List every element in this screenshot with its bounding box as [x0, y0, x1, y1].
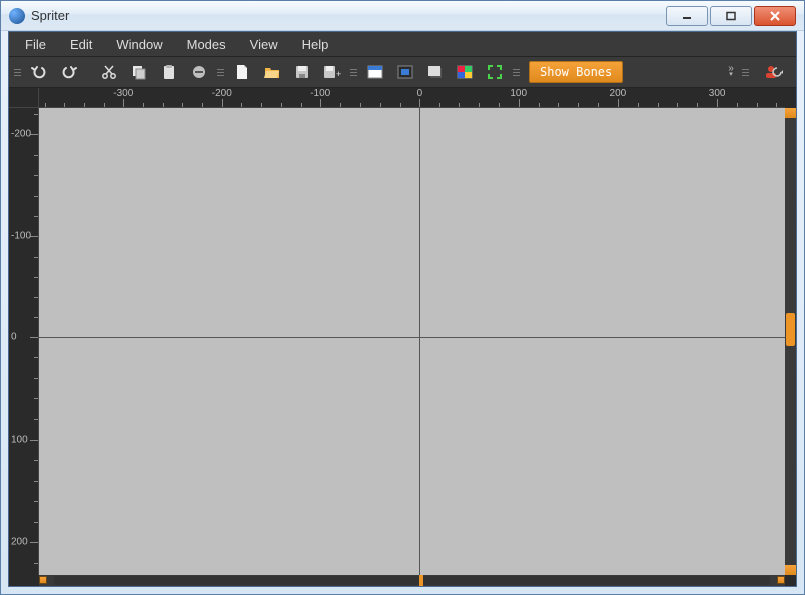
save-button[interactable]	[288, 59, 316, 85]
svg-text:+: +	[336, 69, 341, 79]
display-mode-4-button[interactable]	[451, 59, 479, 85]
window-controls	[664, 6, 796, 26]
paste-button[interactable]	[155, 59, 183, 85]
axis-horizontal	[39, 337, 785, 338]
scrollbar-horizontal[interactable]	[39, 575, 785, 586]
fullscreen-button[interactable]	[481, 59, 509, 85]
ruler-v-label: 0	[11, 331, 17, 342]
window-frame: Spriter File Edit Window Modes View Help	[0, 0, 805, 595]
menu-view[interactable]: View	[238, 34, 290, 55]
titlebar[interactable]: Spriter	[1, 1, 804, 31]
client-area: File Edit Window Modes View Help +	[8, 31, 797, 587]
redo-icon	[60, 64, 78, 80]
menubar: File Edit Window Modes View Help	[9, 32, 796, 56]
character-map-icon	[765, 64, 783, 80]
ruler-horizontal[interactable]: -300 -200 -100 0 100 200 300	[39, 88, 785, 108]
cut-icon	[101, 64, 117, 80]
open-folder-icon	[264, 64, 280, 80]
axis-vertical	[419, 108, 420, 575]
save-as-icon: +	[323, 64, 341, 80]
new-file-icon	[234, 64, 250, 80]
scroll-h-origin-marker	[419, 575, 423, 586]
display-mode-2-button[interactable]	[391, 59, 419, 85]
canvas[interactable]	[39, 108, 785, 575]
delete-icon	[191, 64, 207, 80]
scrollbar-vertical[interactable]	[785, 108, 796, 575]
toolbar-grip[interactable]	[742, 60, 749, 84]
ruler-h-label: 0	[417, 88, 423, 99]
open-button[interactable]	[258, 59, 286, 85]
menu-file[interactable]: File	[13, 34, 58, 55]
display-mode-1-button[interactable]	[361, 59, 389, 85]
character-map-button[interactable]	[760, 59, 788, 85]
ruler-v-label: 100	[11, 434, 28, 445]
cut-button[interactable]	[95, 59, 123, 85]
menu-help[interactable]: Help	[290, 34, 341, 55]
menu-edit[interactable]: Edit	[58, 34, 104, 55]
scroll-v-thumb[interactable]	[786, 313, 795, 346]
display-top-icon	[367, 64, 383, 80]
ruler-h-label: -100	[310, 88, 330, 99]
display-mode-3-button[interactable]	[421, 59, 449, 85]
copy-icon	[131, 64, 147, 80]
toolbar-overflow[interactable]: »▾	[725, 60, 737, 84]
paste-icon	[161, 64, 177, 80]
toolbar-grip[interactable]	[217, 60, 224, 84]
undo-icon	[30, 64, 48, 80]
toolbar-grip[interactable]	[513, 60, 520, 84]
menu-window[interactable]: Window	[104, 34, 174, 55]
scroll-h-thumb[interactable]	[54, 576, 770, 585]
scroll-h-cap-left[interactable]	[39, 576, 47, 584]
maximize-button[interactable]	[710, 6, 752, 26]
app-icon	[9, 8, 25, 24]
new-button[interactable]	[228, 59, 256, 85]
ruler-h-label: -300	[113, 88, 133, 99]
show-bones-label: Show Bones	[540, 65, 612, 79]
delete-button[interactable]	[185, 59, 213, 85]
show-bones-button[interactable]: Show Bones	[529, 61, 623, 83]
ruler-h-label: 100	[510, 88, 527, 99]
ruler-h-label: -200	[212, 88, 232, 99]
undo-button[interactable]	[25, 59, 53, 85]
ruler-h-label: 200	[610, 88, 627, 99]
ruler-v-label: 200	[11, 537, 28, 548]
copy-button[interactable]	[125, 59, 153, 85]
toolbar-grip[interactable]	[350, 60, 357, 84]
canvas-viewport[interactable]	[39, 108, 785, 575]
workspace: -300 -200 -100 0 100 200 300 -200 -100 0 100 200	[9, 88, 796, 586]
ruler-v-label: -100	[11, 231, 31, 242]
close-button[interactable]	[754, 6, 796, 26]
display-shadow-icon	[427, 64, 443, 80]
scroll-v-cap-top[interactable]	[785, 108, 796, 118]
toolbar: + Show Bones »▾	[9, 56, 796, 88]
save-icon	[294, 64, 310, 80]
ruler-corner	[9, 88, 39, 108]
app-title: Spriter	[31, 8, 664, 23]
minimize-button[interactable]	[666, 6, 708, 26]
ruler-h-label: 300	[709, 88, 726, 99]
display-color-icon	[457, 64, 473, 80]
ruler-vertical[interactable]: -200 -100 0 100 200	[9, 108, 39, 575]
ruler-v-label: -200	[11, 129, 31, 140]
scroll-h-cap-right[interactable]	[777, 576, 785, 584]
menu-modes[interactable]: Modes	[175, 34, 238, 55]
toolbar-grip[interactable]	[14, 60, 21, 84]
fullscreen-icon	[487, 64, 503, 80]
scroll-v-cap-bottom[interactable]	[785, 565, 796, 575]
saveas-button[interactable]: +	[318, 59, 346, 85]
redo-button[interactable]	[55, 59, 83, 85]
display-center-icon	[397, 64, 413, 80]
